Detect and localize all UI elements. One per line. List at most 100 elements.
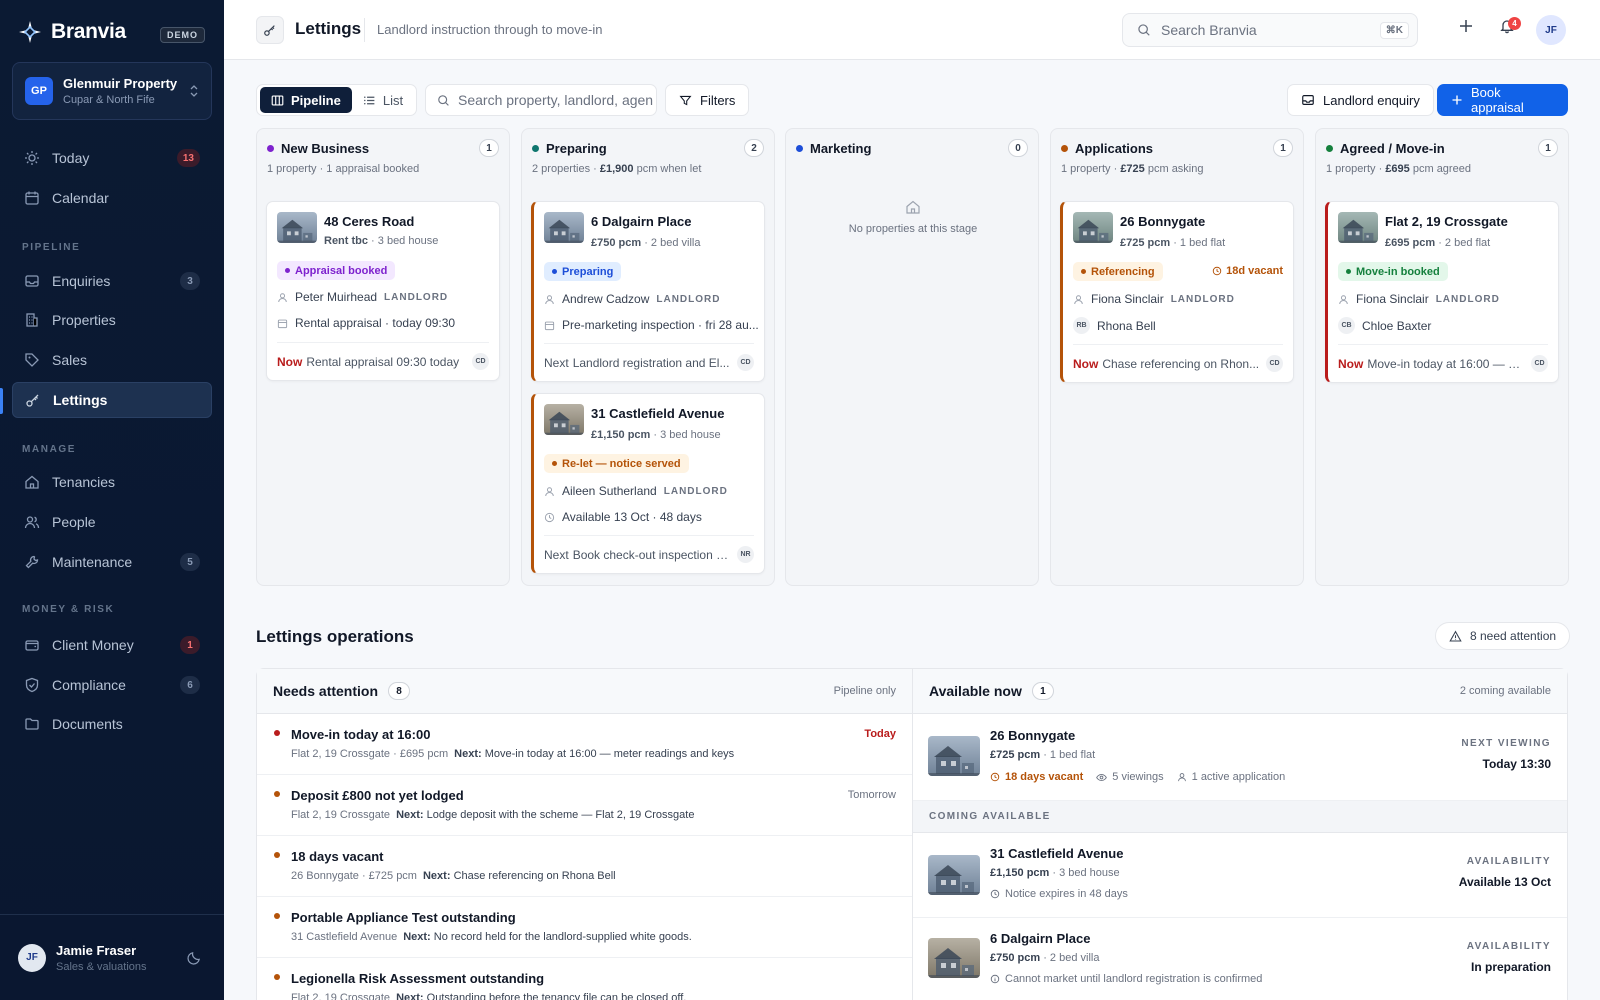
property-card-flat-2-19-crossgate[interactable]: Flat 2, 19 Crossgate £695 pcm · 2 bed fl… [1325, 201, 1559, 383]
property-card-26-bonnygate[interactable]: 26 Bonnygate £725 pcm · 1 bed flat Refer… [1060, 201, 1294, 383]
landlord-name: Fiona Sinclair [1356, 292, 1429, 306]
nav-compliance[interactable]: Compliance 6 [12, 667, 212, 703]
attention-item[interactable]: Portable Appliance Test outstanding 31 C… [257, 897, 912, 958]
nav-today[interactable]: Today 13 [12, 140, 212, 176]
global-search[interactable]: ⌘K [1122, 13, 1418, 47]
panel-count: 1 [1031, 682, 1054, 700]
nav-client-money[interactable]: Client Money 1 [12, 627, 212, 663]
property-title: 31 Castlefield Avenue [990, 846, 1124, 861]
coming-available-count: 2 coming available [1459, 685, 1551, 697]
property-detail: · 2 bed villa [1040, 952, 1100, 964]
global-search-input[interactable] [1161, 22, 1361, 38]
attention-item[interactable]: Move-in today at 16:00 Flat 2, 19 Crossg… [257, 714, 912, 775]
user-menu[interactable]: JF Jamie Fraser Sales & valuations [0, 914, 224, 1000]
next-text: Move-in today at 16:00 — meter readings … [484, 748, 735, 760]
nav-tenancies[interactable]: Tenancies [12, 464, 212, 500]
nav-sales-label: Sales [52, 352, 88, 368]
coming-available-header: COMING AVAILABLE [913, 801, 1567, 833]
available-item[interactable]: 26 Bonnygate £725 pcm · 1 bed flat 18 da… [913, 714, 1567, 801]
view-pipeline-label: Pipeline [291, 92, 341, 108]
property-detail: · 3 bed house [368, 235, 439, 247]
next-label: Next: [396, 992, 424, 1000]
filters-button[interactable]: Filters [665, 84, 750, 116]
user-icon [1073, 294, 1084, 305]
event-text: Pre-marketing inspection · fri 28 au... [562, 318, 758, 332]
meta-amount: £1,900 [599, 163, 634, 175]
nav-properties[interactable]: Properties [12, 302, 212, 338]
user-role: Sales & valuations [56, 960, 147, 973]
attention-item[interactable]: 18 days vacant 26 Bonnygate · £725 pcm Ne… [257, 836, 912, 897]
nav-lettings[interactable]: Lettings [12, 382, 212, 418]
next-label: Next: [396, 809, 424, 821]
operations-title: Lettings operations [256, 627, 414, 646]
page-title: Lettings [295, 19, 362, 38]
property-price: £1,150 pcm · 3 bed house [990, 867, 1120, 879]
column-agreed-move-in: Agreed / Move-in 1 1 property · £695 pcm… [1315, 128, 1569, 586]
coming-item[interactable]: 31 Castlefield Avenue £1,150 pcm · 3 bed… [913, 833, 1567, 918]
nav-documents[interactable]: Documents [12, 706, 212, 742]
landlord-enquiry-button[interactable]: Landlord enquiry [1287, 84, 1434, 116]
org-switcher[interactable]: GP Glenmuir Property Cupar & North Fife [12, 62, 212, 120]
pipeline-search[interactable] [425, 84, 657, 116]
column-new-business: New Business 1 1 property · 1 appraisal … [256, 128, 510, 586]
nav-sales[interactable]: Sales [12, 342, 212, 378]
property-card-6-dalgairn-place[interactable]: 6 Dalgairn Place £750 pcm · 2 bed villa … [531, 201, 765, 382]
folder-icon [24, 716, 40, 732]
nav-maintenance[interactable]: Maintenance 5 [12, 544, 212, 580]
need-attention-button[interactable]: 8 need attention [1435, 622, 1571, 650]
attention-item[interactable]: Deposit £800 not yet lodged Flat 2, 19 C… [257, 775, 912, 836]
inbox-icon [24, 273, 40, 289]
next-viewing-value: Today 13:30 [1482, 757, 1551, 771]
nav-properties-label: Properties [52, 312, 116, 328]
user-icon [544, 294, 555, 305]
role-tag: LANDLORD [656, 293, 721, 305]
plus-icon[interactable] [1458, 18, 1474, 34]
view-list-button[interactable]: List [352, 87, 414, 113]
meta-suffix: pcm agreed [1409, 163, 1471, 175]
page-subtitle: Landlord instruction through to move-in [377, 22, 603, 37]
column-title: New Business [281, 141, 370, 156]
moon-icon[interactable] [187, 950, 202, 965]
property-title: Flat 2, 19 Crossgate [1385, 214, 1508, 229]
available-now-panel: Available now 1 2 coming available 26 Bo… [912, 668, 1568, 1000]
nav-enquiries[interactable]: Enquiries 3 [12, 263, 212, 299]
landlord-name: Andrew Cadzow [562, 292, 650, 306]
property-card-31-castlefield-avenue[interactable]: 31 Castlefield Avenue £1,150 pcm · 3 bed… [531, 393, 765, 574]
agent-avatar: NR [737, 546, 754, 563]
meta-suffix: pcm when let [633, 163, 702, 175]
attention-title: 18 days vacant [291, 849, 384, 864]
property-card-48-ceres-road[interactable]: 48 Ceres Road Rent tbc · 3 bed house App… [266, 201, 500, 381]
status-label: Appraisal booked [295, 264, 388, 277]
meta-suffix: pcm asking [1144, 163, 1204, 175]
org-subtitle: Cupar & North Fife [63, 94, 155, 106]
property-rent: Rent tbc [324, 235, 368, 247]
availability-value: Available 13 Oct [1458, 875, 1551, 889]
pipeline-search-input[interactable] [458, 92, 653, 108]
compliance-count-badge: 6 [180, 676, 200, 694]
nav-people[interactable]: People [12, 504, 212, 540]
attention-title: Deposit £800 not yet lodged [291, 788, 464, 803]
landlord-name: Fiona Sinclair [1091, 292, 1164, 306]
book-appraisal-button[interactable]: Book appraisal [1437, 84, 1568, 116]
brand[interactable]: Branvia [18, 20, 126, 44]
coming-item[interactable]: 6 Dalgairn Place £750 pcm · 2 bed villa … [913, 918, 1567, 1000]
nav-enquiries-label: Enquiries [52, 273, 111, 289]
landlord-row: Fiona Sinclair LANDLORD [1338, 292, 1552, 306]
attention-property: 31 Castlefield Avenue [291, 931, 398, 943]
applicant-avatar: CB [1338, 317, 1355, 334]
priority-dot [274, 791, 280, 797]
stage-dot [796, 145, 803, 152]
view-pipeline-button[interactable]: Pipeline [260, 87, 352, 113]
property-detail: · 1 bed flat [1170, 237, 1226, 249]
next-viewing-label: NEXT VIEWING [1461, 738, 1551, 749]
org-name: Glenmuir Property [63, 76, 178, 91]
vacant-text: 18 days vacant [1005, 771, 1084, 783]
nav-calendar[interactable]: Calendar [12, 180, 212, 216]
attention-item[interactable]: Legionella Risk Assessment outstanding F… [257, 958, 912, 1000]
tag-icon [24, 352, 40, 368]
property-title: 31 Castlefield Avenue [591, 406, 725, 421]
nav-documents-label: Documents [52, 716, 123, 732]
attention-title: Move-in today at 16:00 [291, 727, 431, 742]
agent-avatar: CD [1531, 355, 1548, 372]
account-avatar[interactable]: JF [1536, 15, 1566, 45]
